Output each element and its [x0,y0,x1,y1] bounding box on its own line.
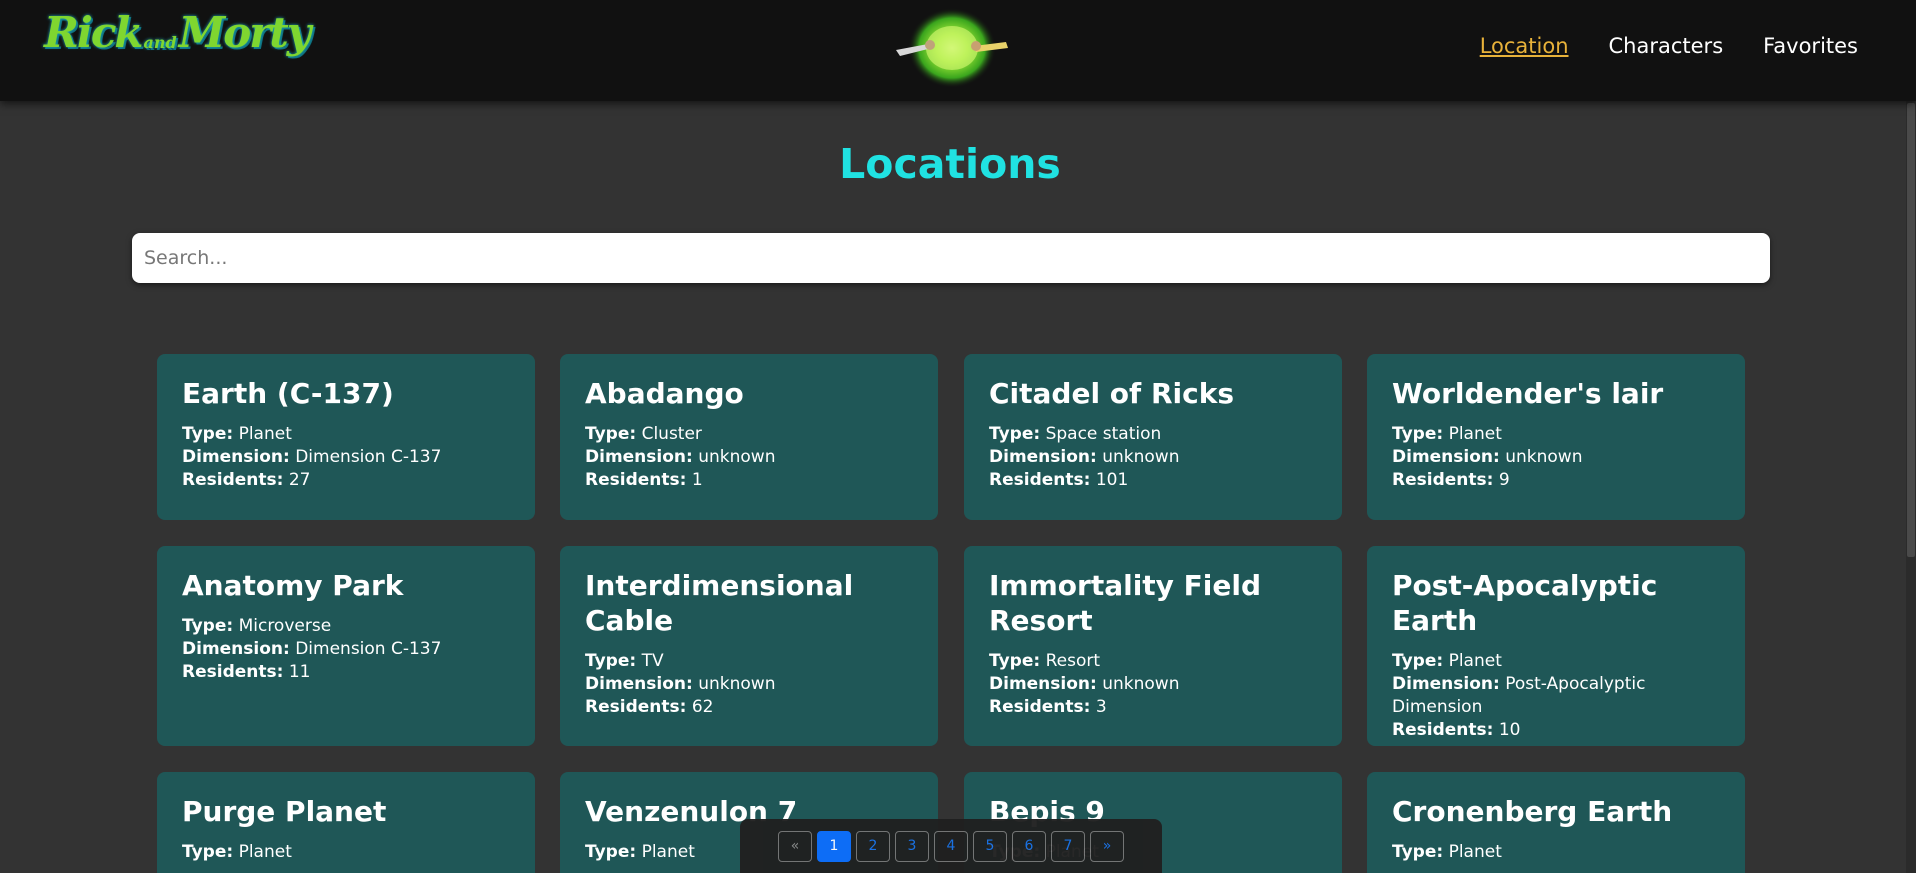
location-dimension: Dimension: unknown [585,447,776,467]
location-name: Citadel of Ricks [989,377,1235,410]
location-dimension: Dimension: unknown [585,674,776,694]
location-dimension: Dimension: unknown [1392,447,1583,467]
location-card[interactable]: Purge Planet Type: Planet [157,772,535,873]
location-residents: Residents: 9 [1392,470,1510,490]
location-name: Immortality Field Resort [989,569,1262,637]
location-dimension: Dimension: Dimension C-137 [182,447,442,467]
location-card[interactable]: Interdimensional Cable Type: TV Dimensio… [560,546,938,746]
location-card[interactable]: Anatomy Park Type: Microverse Dimension:… [157,546,535,746]
location-name: Earth (C-137) [182,377,394,410]
location-residents: Residents: 10 [1392,720,1521,740]
location-residents: Residents: 11 [182,662,311,682]
location-name: Interdimensional Cable [585,569,854,637]
location-dimension: Dimension: unknown [989,674,1180,694]
page-button[interactable]: 7 [1051,830,1085,862]
pagination: « 1 2 3 4 5 6 7 » [740,819,1162,873]
page-button[interactable]: 5 [973,830,1007,862]
location-type: Type: Planet [1392,424,1502,444]
location-type: Type: Planet [182,842,292,862]
page-button[interactable]: 3 [895,830,929,862]
location-name: Post-Apocalyptic Earth [1392,569,1658,637]
location-name: Cronenberg Earth [1392,795,1673,828]
page-button[interactable]: 6 [1012,830,1046,862]
page-button[interactable]: 1 [817,830,851,862]
location-card[interactable]: Immortality Field Resort Type: Resort Di… [964,546,1342,746]
location-residents: Residents: 27 [182,470,311,490]
location-type: Type: Microverse [182,616,332,636]
nav-characters-link[interactable]: Characters [1609,34,1724,58]
nav-favorites-link[interactable]: Favorites [1763,34,1858,58]
location-name: Worldender's lair [1392,377,1664,410]
nav-location-link[interactable]: Location [1480,34,1569,58]
location-name: Anatomy Park [182,569,404,602]
location-card[interactable]: Abadango Type: Cluster Dimension: unknow… [560,354,938,520]
page-title: Locations [839,140,1061,188]
search-input[interactable] [132,233,1770,283]
location-dimension: Dimension: unknown [989,447,1180,467]
location-card[interactable]: Earth (C-137) Type: Planet Dimension: Di… [157,354,535,520]
location-type: Type: Planet [1392,651,1502,671]
location-dimension: Dimension: Post-Apocalyptic Dimension [1392,674,1646,717]
location-residents: Residents: 101 [989,470,1129,490]
location-card[interactable]: Cronenberg Earth Type: Planet [1367,772,1745,873]
location-residents: Residents: 3 [989,697,1107,717]
portal-icon [896,8,1008,88]
next-page-button[interactable]: » [1090,830,1124,862]
prev-page-button[interactable]: « [778,830,812,862]
location-type: Type: TV [585,651,664,671]
location-type: Type: Cluster [585,424,702,444]
top-navbar: Rick andMorty Location Characters Favorit… [0,0,1916,101]
scrollbar-thumb[interactable] [1907,103,1915,557]
location-card[interactable]: Citadel of Ricks Type: Space station Dim… [964,354,1342,520]
location-type: Type: Planet [1392,842,1502,862]
location-name: Purge Planet [182,795,387,828]
page-button[interactable]: 2 [856,830,890,862]
location-type: Type: Space station [989,424,1162,444]
location-dimension: Dimension: Dimension C-137 [182,639,442,659]
location-name: Abadango [585,377,744,410]
location-residents: Residents: 62 [585,697,714,717]
rick-and-morty-logo[interactable]: Rick andMorty [44,12,311,88]
main-nav: Location Characters Favorites [1480,34,1858,58]
page-button[interactable]: 4 [934,830,968,862]
location-residents: Residents: 1 [585,470,703,490]
location-type: Type: Resort [989,651,1100,671]
location-card[interactable]: Post-Apocalyptic Earth Type: Planet Dime… [1367,546,1745,746]
location-type: Type: Planet [182,424,292,444]
location-card[interactable]: Worldender's lair Type: Planet Dimension… [1367,354,1745,520]
